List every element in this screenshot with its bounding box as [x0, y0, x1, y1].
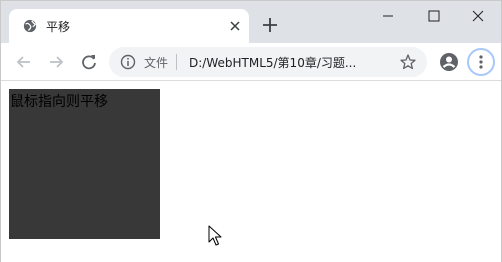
maximize-icon[interactable]	[419, 5, 449, 27]
menu-button[interactable]	[467, 48, 495, 76]
omnibox-separator	[176, 54, 177, 70]
page-content: 鼠标指向则平移	[1, 82, 501, 262]
star-icon[interactable]	[399, 53, 417, 71]
tab-active[interactable]: 平移	[9, 9, 249, 43]
info-icon[interactable]	[120, 54, 136, 70]
translate-box-text: 鼠标指向则平移	[10, 94, 108, 110]
window-close-icon[interactable]	[463, 5, 493, 27]
more-vert-icon	[479, 55, 483, 69]
account-icon[interactable]	[439, 52, 459, 72]
tab-title: 平移	[46, 20, 71, 34]
tab-strip: 平移	[1, 1, 501, 43]
address-bar[interactable]: 文件 D:/WebHTML5/第10章/习题...	[109, 47, 427, 77]
translate-box[interactable]: 鼠标指向则平移	[9, 89, 160, 239]
arrow-left-icon[interactable]	[14, 52, 34, 72]
scheme-label: 文件	[144, 56, 169, 70]
browser-window: 平移 文件 D:/WebHTML5/第10章/习题... 鼠标指向则平移	[0, 0, 502, 262]
url-text[interactable]: D:/WebHTML5/第10章/习题...	[189, 54, 356, 71]
reload-icon[interactable]	[79, 52, 99, 72]
arrow-right-icon[interactable]	[46, 52, 66, 72]
mouse-cursor-icon	[208, 225, 222, 246]
browser-toolbar: 文件 D:/WebHTML5/第10章/习题...	[1, 43, 501, 81]
plus-icon[interactable]	[261, 16, 279, 34]
close-icon[interactable]	[227, 18, 243, 34]
globe-icon	[23, 19, 37, 33]
minimize-icon[interactable]	[373, 5, 403, 27]
